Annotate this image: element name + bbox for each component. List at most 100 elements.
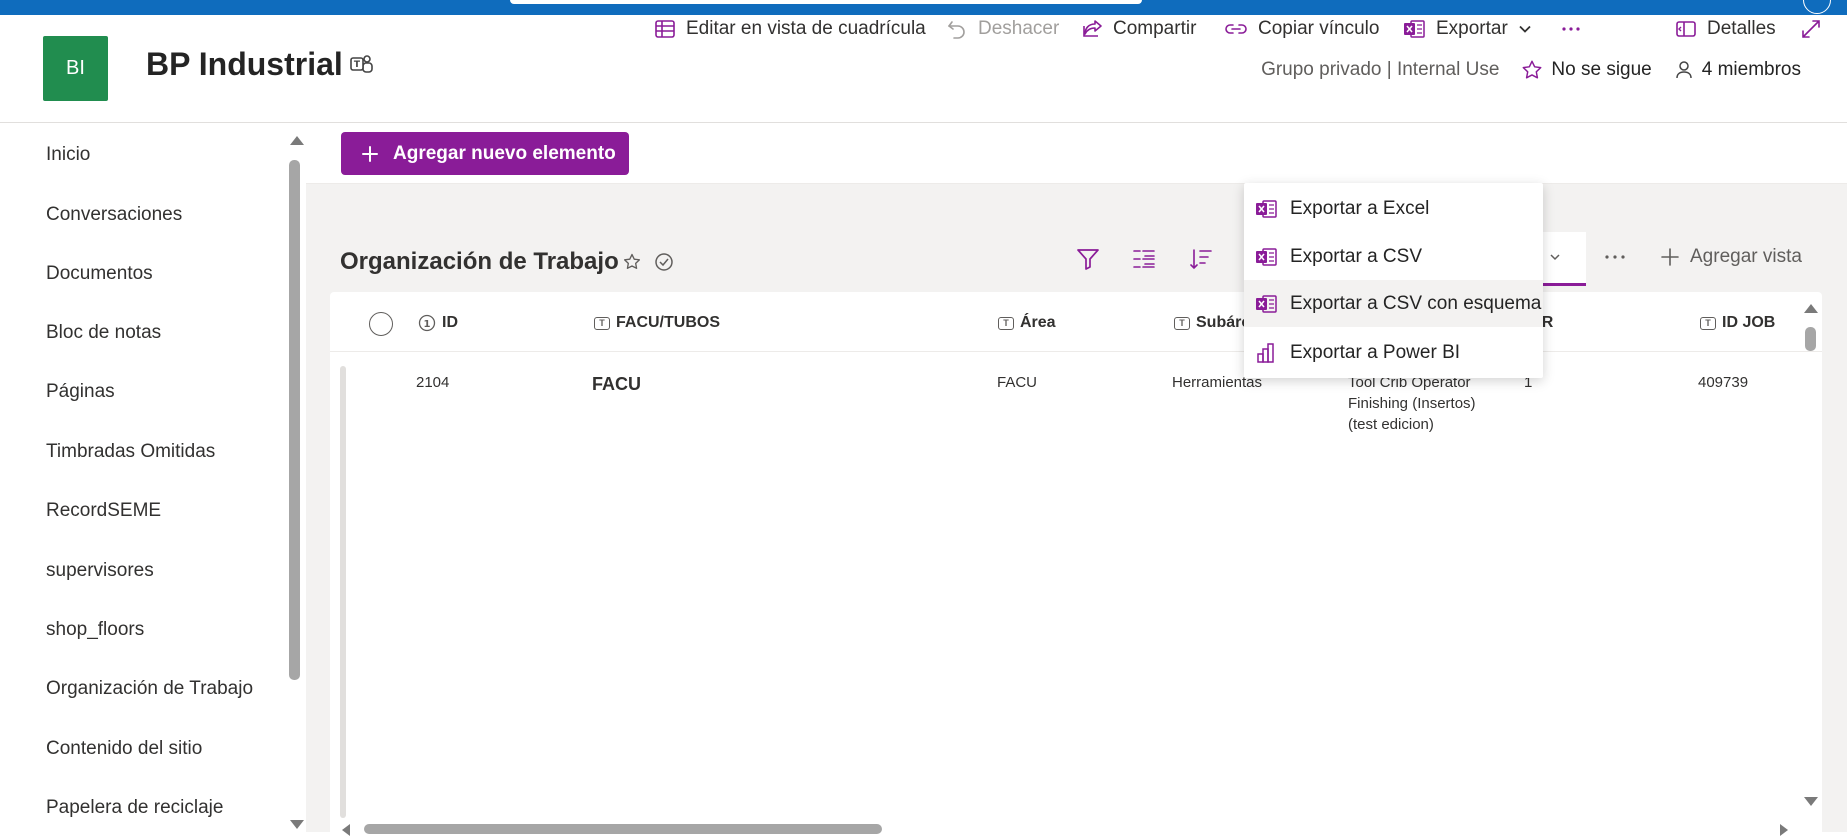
- site-logo[interactable]: BI: [43, 36, 108, 101]
- sort-button[interactable]: [1188, 246, 1214, 272]
- nav-item-organizacion-de-trabajo[interactable]: Organización de Trabajo: [46, 678, 253, 700]
- sort-icon: [1190, 249, 1212, 270]
- grid-vertical-scrollbar-thumb[interactable]: [1805, 327, 1816, 351]
- suite-bar: [0, 0, 1847, 15]
- undo-label: Deshacer: [978, 18, 1060, 39]
- add-view-label: Agregar vista: [1690, 246, 1802, 267]
- privacy-label: Grupo privado | Internal Use: [1261, 59, 1500, 80]
- column-header-label: ID JOB: [1722, 314, 1776, 331]
- expand-icon: [1802, 20, 1820, 38]
- number-icon: 1: [418, 314, 436, 332]
- share-button[interactable]: Compartir: [1081, 18, 1196, 40]
- grid-edit-button[interactable]: Editar en vista de cuadrícula: [654, 18, 926, 40]
- teams-icon[interactable]: T: [350, 54, 374, 81]
- cell-facu[interactable]: FACU: [592, 374, 641, 395]
- scroll-down-arrow[interactable]: [290, 820, 304, 829]
- grid-scroll-left-arrow[interactable]: [342, 824, 350, 836]
- cell-id: 2104: [416, 374, 450, 391]
- follow-button[interactable]: No se sigue: [1521, 59, 1652, 81]
- grid-vertical-scrollbar[interactable]: [1802, 300, 1819, 810]
- excel-icon: [1256, 199, 1277, 218]
- text-field-icon: T: [1174, 316, 1190, 330]
- grid-horizontal-scrollbar-thumb[interactable]: [364, 824, 882, 834]
- nav-item-inicio[interactable]: Inicio: [46, 144, 90, 166]
- grid-edit-label: Editar en vista de cuadrícula: [686, 18, 926, 39]
- more-view-options-button[interactable]: [1602, 244, 1628, 275]
- plus-icon: [362, 145, 378, 162]
- nav-item-supervisores[interactable]: supervisores: [46, 560, 154, 582]
- text-field-icon: T: [594, 316, 610, 330]
- menu-item-label: Exportar a Power BI: [1290, 341, 1461, 363]
- filter-icon: [1077, 249, 1099, 270]
- excel-icon: [1404, 20, 1425, 38]
- filter-button[interactable]: [1075, 246, 1101, 272]
- more-icon: [1562, 27, 1580, 31]
- export-label: Exportar: [1436, 18, 1508, 39]
- follow-label: No se sigue: [1551, 59, 1652, 80]
- add-new-item-button[interactable]: Agregar nuevo elemento: [341, 132, 629, 175]
- nav-item-timbradas-omitidas[interactable]: Timbradas Omitidas: [46, 441, 215, 463]
- share-label: Compartir: [1113, 18, 1197, 39]
- add-view-button[interactable]: Agregar vista: [1660, 246, 1802, 268]
- cell-puesto-line2: Finishing (Insertos): [1348, 395, 1476, 412]
- check-circle-icon[interactable]: [654, 252, 674, 272]
- nav-item-paginas[interactable]: Páginas: [46, 381, 115, 403]
- site-title[interactable]: BP Industrial: [146, 46, 343, 83]
- excel-icon: [1256, 294, 1277, 313]
- row-selection-rail: [340, 366, 346, 818]
- text-field-icon: T: [998, 316, 1014, 330]
- plus-icon: [1661, 248, 1679, 266]
- column-header-label: FACU/TUBOS: [616, 314, 720, 331]
- nav-item-conversaciones[interactable]: Conversaciones: [46, 204, 182, 226]
- members-button[interactable]: 4 miembros: [1674, 59, 1801, 81]
- copy-link-button[interactable]: Copiar vínculo: [1224, 18, 1379, 40]
- undo-button[interactable]: Deshacer: [946, 18, 1059, 40]
- nav-item-bloc-de-notas[interactable]: Bloc de notas: [46, 322, 161, 344]
- excel-icon: [1256, 247, 1277, 266]
- expand-button[interactable]: [1800, 18, 1822, 40]
- export-to-csv-item[interactable]: Exportar a CSV: [1244, 233, 1543, 280]
- cell-area: FACU: [997, 374, 1038, 391]
- more-commands-button[interactable]: [1560, 18, 1582, 40]
- nav-item-contenido-del-sitio[interactable]: Contenido del sitio: [46, 738, 202, 760]
- grid-scroll-up-arrow[interactable]: [1804, 304, 1818, 313]
- export-to-power-bi-item[interactable]: Exportar a Power BI: [1244, 329, 1543, 376]
- nav-item-shop-floors[interactable]: shop_floors: [46, 619, 144, 641]
- grid-scroll-down-arrow[interactable]: [1804, 797, 1818, 806]
- link-icon: [1225, 24, 1247, 34]
- group-button[interactable]: [1131, 246, 1157, 272]
- menu-item-label: Exportar a Excel: [1290, 197, 1430, 219]
- power-bi-icon: [1257, 342, 1274, 363]
- export-to-csv-schema-item[interactable]: Exportar a CSV con esquema: [1244, 280, 1543, 327]
- chevron-down-icon: [1519, 25, 1531, 33]
- column-header-facu-tubos[interactable]: T FACU/TUBOS: [594, 314, 720, 332]
- svg-text:T: T: [354, 60, 361, 70]
- export-button[interactable]: Exportar: [1402, 18, 1532, 40]
- list-grid: [330, 292, 1822, 832]
- column-header-id-job[interactable]: T ID JOB: [1700, 314, 1775, 332]
- grid-icon: [655, 20, 675, 38]
- share-icon: [1083, 20, 1102, 37]
- export-to-excel-item[interactable]: Exportar a Excel: [1244, 185, 1543, 232]
- select-all-checkbox[interactable]: [369, 312, 393, 336]
- menu-item-label: Exportar a CSV con esquema: [1290, 292, 1542, 314]
- nav-item-papelera[interactable]: Papelera de reciclaje: [46, 797, 223, 819]
- group-list-icon: [1133, 250, 1155, 268]
- grid-scroll-right-arrow[interactable]: [1780, 824, 1788, 836]
- nav-item-documentos[interactable]: Documentos: [46, 263, 153, 285]
- svg-text:1: 1: [424, 319, 431, 330]
- more-icon: [1605, 255, 1625, 259]
- column-header-id[interactable]: 1 ID: [418, 314, 458, 332]
- person-icon: [1676, 61, 1692, 79]
- account-icon[interactable]: [1803, 0, 1831, 14]
- cell-puesto-line3: (test edicion): [1348, 416, 1434, 433]
- column-header-area[interactable]: T Área: [998, 314, 1056, 332]
- nav-scrollbar-thumb[interactable]: [289, 160, 300, 680]
- search-box[interactable]: [510, 0, 1142, 4]
- menu-item-label: Exportar a CSV: [1290, 245, 1422, 267]
- left-navigation: Inicio Conversaciones Documentos Bloc de…: [0, 124, 288, 832]
- details-button[interactable]: Detalles: [1675, 18, 1776, 40]
- scroll-up-arrow[interactable]: [290, 136, 304, 145]
- favorite-star-icon[interactable]: [622, 252, 642, 272]
- nav-item-recordseme[interactable]: RecordSEME: [46, 500, 161, 522]
